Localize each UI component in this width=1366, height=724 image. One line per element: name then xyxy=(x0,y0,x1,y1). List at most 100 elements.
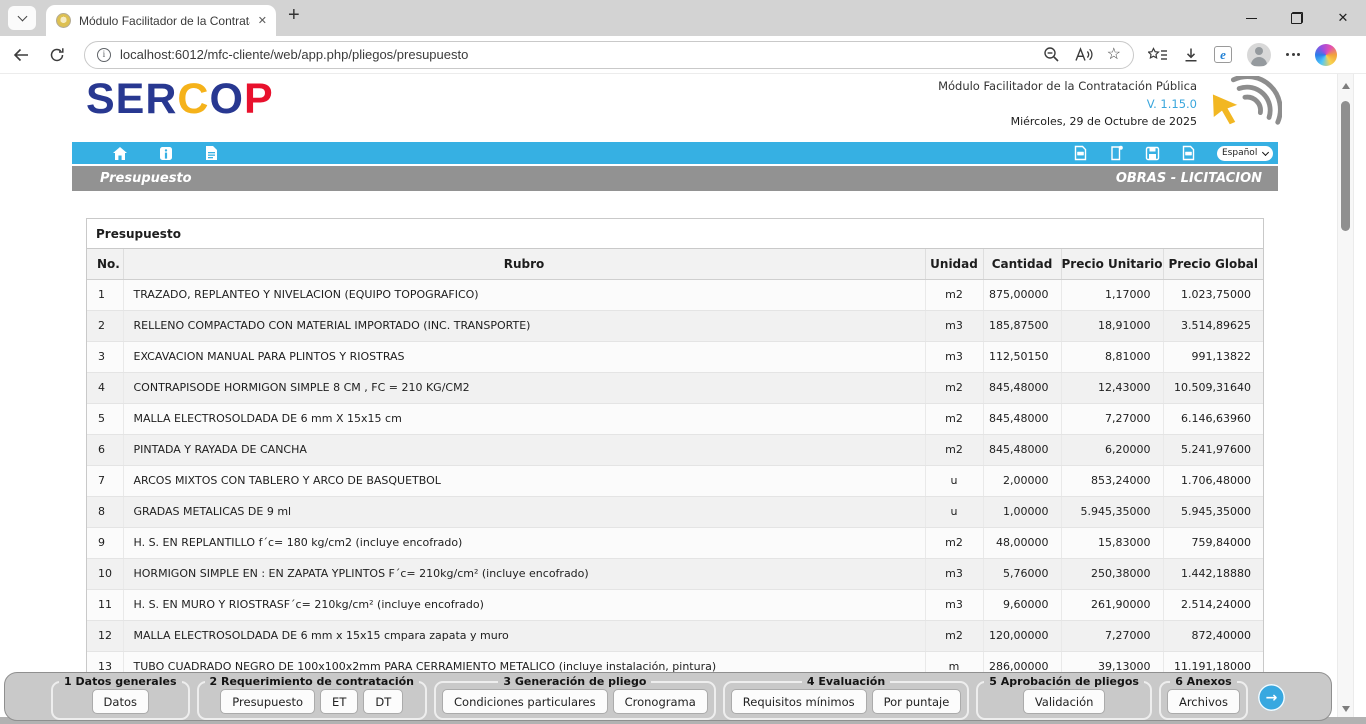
nav-button-datos[interactable]: Datos xyxy=(92,689,149,714)
table-cell: 6,20000 xyxy=(1061,434,1163,465)
table-cell: 7,27000 xyxy=(1061,403,1163,434)
logo-part: SER xyxy=(86,75,177,123)
ie-letter: e xyxy=(1220,48,1226,61)
column-header: Cantidad xyxy=(983,249,1061,279)
restore-button[interactable] xyxy=(1274,0,1320,36)
table-cell: 9,60000 xyxy=(983,589,1061,620)
new-tab-button[interactable]: + xyxy=(288,4,300,27)
table-cell: RELLENO COMPACTADO CON MATERIAL IMPORTAD… xyxy=(123,310,925,341)
table-cell: 853,24000 xyxy=(1061,465,1163,496)
nav-button-validacio-n[interactable]: Validación xyxy=(1023,689,1106,714)
language-select[interactable]: Español xyxy=(1217,146,1273,161)
table-cell: 12,43000 xyxy=(1061,372,1163,403)
table-cell: 112,50150 xyxy=(983,341,1061,372)
nav-group-legend: 4 Evaluación xyxy=(802,675,890,688)
page-info-icon[interactable]: i xyxy=(97,48,111,62)
minimize-icon xyxy=(1246,18,1257,19)
minimize-button[interactable] xyxy=(1228,0,1274,36)
nav-button-condiciones-particulares[interactable]: Condiciones particulares xyxy=(442,689,608,714)
print-pdf-button[interactable] xyxy=(1181,145,1196,161)
close-button[interactable]: ✕ xyxy=(1320,0,1366,36)
table-cell: 1.706,48000 xyxy=(1163,465,1263,496)
nav-group: 2 Requerimiento de contrataciónPresupues… xyxy=(197,675,427,720)
scrollbar-thumb[interactable] xyxy=(1341,101,1350,231)
home-button[interactable] xyxy=(112,146,128,161)
site-favicon-icon xyxy=(56,13,71,28)
table-row: 8GRADAS METALICAS DE 9 mlu1,000005.945,3… xyxy=(87,496,1263,527)
nav-button-cronograma[interactable]: Cronograma xyxy=(613,689,708,714)
refresh-button[interactable] xyxy=(44,42,70,68)
documents-button[interactable] xyxy=(204,145,218,161)
table-cell: 1.023,75000 xyxy=(1163,279,1263,310)
table-cell: 261,90000 xyxy=(1061,589,1163,620)
browser-tab[interactable]: Módulo Facilitador de la Contrata ✕ xyxy=(46,5,276,36)
scroll-down-icon[interactable] xyxy=(1342,706,1350,712)
next-step-button[interactable]: → xyxy=(1258,684,1285,711)
url-text[interactable]: localhost:6012/mfc-cliente/web/app.php/p… xyxy=(120,47,1034,62)
table-row: 5MALLA ELECTROSOLDADA DE 6 mm X 15x15 cm… xyxy=(87,403,1263,434)
table-cell: 759,84000 xyxy=(1163,527,1263,558)
restore-icon xyxy=(1291,12,1303,24)
nav-group-legend: 3 Generación de pliego xyxy=(498,675,651,688)
budget-panel: Presupuesto No.RubroUnidadCantidadPrecio… xyxy=(86,218,1264,684)
table-cell: m2 xyxy=(925,372,983,403)
export-pdf-button[interactable] xyxy=(1073,145,1088,161)
nav-button-requisitos-mi-nimos[interactable]: Requisitos mínimos xyxy=(731,689,867,714)
tab-title: Módulo Facilitador de la Contrata xyxy=(79,14,250,28)
table-cell: 185,87500 xyxy=(983,310,1061,341)
table-cell: 9 xyxy=(87,527,123,558)
table-cell: 11 xyxy=(87,589,123,620)
favorite-star-icon[interactable]: ☆ xyxy=(1107,47,1121,63)
nav-button-et[interactable]: ET xyxy=(320,689,358,714)
table-cell: CONTRAPISODE HORMIGON SIMPLE 8 CM , FC =… xyxy=(123,372,925,403)
chevron-down-icon xyxy=(17,12,27,22)
table-cell: 845,48000 xyxy=(983,403,1061,434)
nav-button-archivos[interactable]: Archivos xyxy=(1167,689,1240,714)
table-cell: 845,48000 xyxy=(983,372,1061,403)
settings-ellipsis-icon[interactable] xyxy=(1286,53,1300,56)
table-cell: 1,17000 xyxy=(1061,279,1163,310)
sercop-logo: SERCOP xyxy=(86,78,274,121)
browser-titlebar: Módulo Facilitador de la Contrata ✕ + ✕ xyxy=(0,0,1366,36)
table-cell: 5.945,35000 xyxy=(1163,496,1263,527)
nav-group: 3 Generación de pliegoCondiciones partic… xyxy=(434,675,716,720)
page-scrollbar[interactable] xyxy=(1337,74,1354,724)
tab-actions-button[interactable] xyxy=(8,6,36,30)
toolbar-icons: e xyxy=(1148,43,1337,67)
save-button[interactable] xyxy=(1145,146,1160,161)
table-cell: m2 xyxy=(925,527,983,558)
table-row: 11H. S. EN MURO Y RIOSTRASF´c= 210kg/cm²… xyxy=(87,589,1263,620)
nav-button-presupuesto[interactable]: Presupuesto xyxy=(220,689,315,714)
back-button[interactable] xyxy=(8,42,34,68)
table-cell: 1.442,18880 xyxy=(1163,558,1263,589)
sercop-arrow-logo xyxy=(1204,76,1282,130)
new-document-button[interactable] xyxy=(1109,145,1124,161)
info-icon xyxy=(159,146,173,161)
nav-button-por-puntaje[interactable]: Por puntaje xyxy=(872,689,962,714)
table-cell: H. S. EN MURO Y RIOSTRASF´c= 210kg/cm² (… xyxy=(123,589,925,620)
nav-group: 5 Aprobación de pliegosValidación xyxy=(976,675,1152,720)
table-cell: 4 xyxy=(87,372,123,403)
zoom-out-icon[interactable] xyxy=(1043,46,1060,63)
table-header-row: No.RubroUnidadCantidadPrecio UnitarioPre… xyxy=(87,249,1263,279)
address-bar[interactable]: i localhost:6012/mfc-cliente/web/app.php… xyxy=(84,41,1134,69)
table-cell: 7 xyxy=(87,465,123,496)
table-cell: u xyxy=(925,496,983,527)
info-button[interactable] xyxy=(159,146,173,161)
read-aloud-icon[interactable] xyxy=(1074,47,1093,62)
nav-group-legend: 2 Requerimiento de contratación xyxy=(205,675,419,688)
table-cell: u xyxy=(925,465,983,496)
browser-toolbar: i localhost:6012/mfc-cliente/web/app.php… xyxy=(0,36,1366,74)
downloads-icon[interactable] xyxy=(1183,47,1199,63)
column-header: Unidad xyxy=(925,249,983,279)
scroll-up-icon[interactable] xyxy=(1342,83,1350,89)
nav-button-dt[interactable]: DT xyxy=(363,689,403,714)
profile-avatar[interactable] xyxy=(1247,43,1271,67)
copilot-icon[interactable] xyxy=(1315,44,1337,66)
ie-mode-icon[interactable]: e xyxy=(1214,46,1232,63)
nav-group: 6 AnexosArchivos xyxy=(1159,675,1248,720)
favorites-list-icon[interactable] xyxy=(1148,47,1168,63)
logo-part: O xyxy=(209,75,243,123)
tab-close-button[interactable]: ✕ xyxy=(258,14,267,27)
pdf-icon xyxy=(1073,145,1088,161)
